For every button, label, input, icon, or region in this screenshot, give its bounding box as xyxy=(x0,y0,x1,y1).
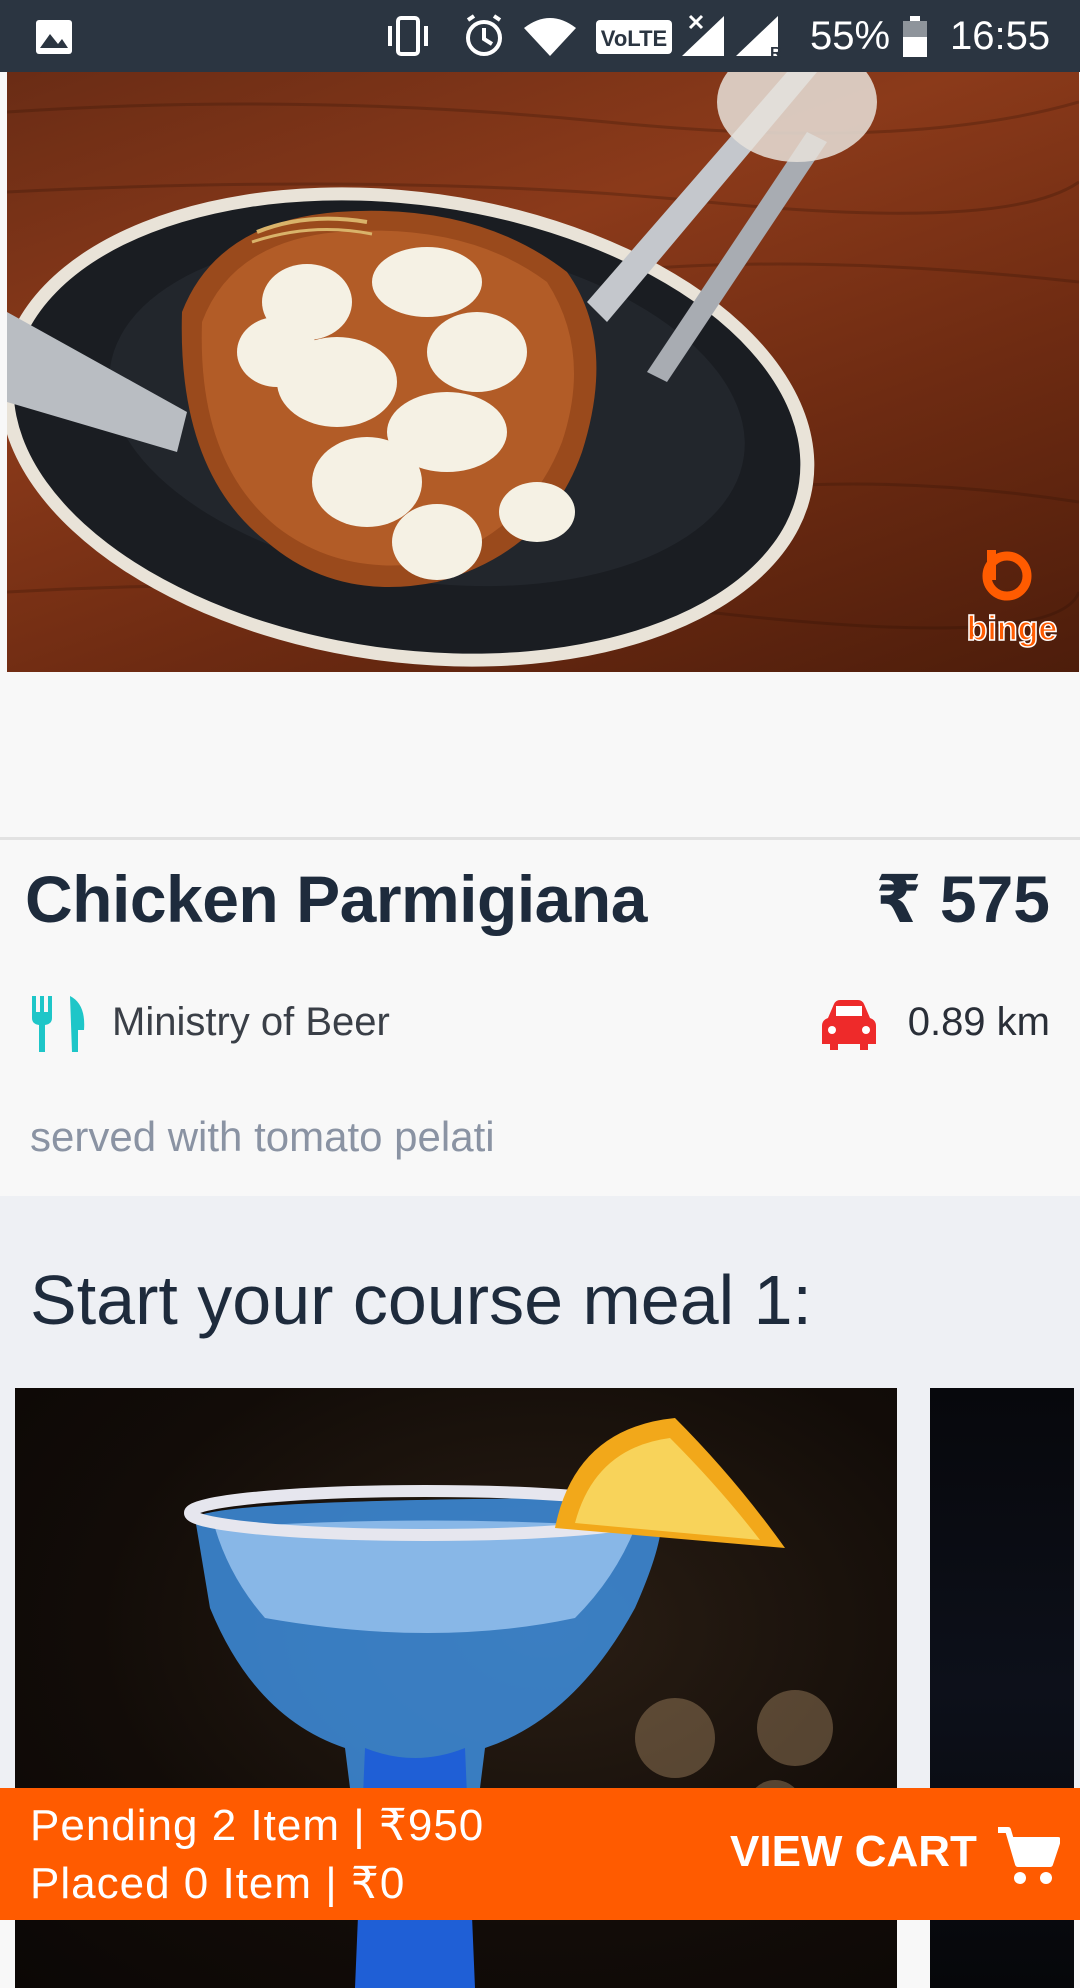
dish-title: Chicken Parmigiana xyxy=(25,862,647,936)
dish-price: ₹ 575 xyxy=(875,862,1050,936)
restaurant-name[interactable]: Ministry of Beer xyxy=(112,998,390,1046)
distance: 0.89 km xyxy=(907,1000,1050,1044)
car-icon xyxy=(822,1000,876,1050)
signal-icon xyxy=(682,14,724,56)
status-icons: VoLTE R xyxy=(388,14,782,62)
volte-icon: VoLTE xyxy=(596,20,672,54)
cutlery-icon xyxy=(32,996,85,1052)
vibrate-icon xyxy=(388,16,428,56)
cart-bar: Pending 2 Item | ₹950 Placed 0 Item | ₹0… xyxy=(0,1788,1080,1920)
pending-summary: Pending 2 Item | ₹950 xyxy=(30,1801,485,1850)
svg-text:binge: binge xyxy=(967,610,1058,648)
battery-percent: 55% xyxy=(810,14,891,58)
dish-description: served with tomato pelati xyxy=(30,1113,495,1160)
view-cart-button[interactable]: VIEW CART xyxy=(730,1824,977,1880)
signal-roaming-icon: R xyxy=(736,16,782,62)
course-heading: Start your course meal 1: xyxy=(30,1261,812,1339)
cart-icon[interactable] xyxy=(996,1826,1060,1886)
wifi-icon xyxy=(524,18,576,56)
clock: 16:55 xyxy=(950,14,1051,58)
battery-icon xyxy=(903,16,927,57)
alarm-icon xyxy=(466,14,502,56)
gallery-icon xyxy=(36,20,72,54)
binge-logo: binge xyxy=(966,550,1058,649)
svg-text:R: R xyxy=(770,45,782,62)
restaurant-row: Ministry of Beer 0.89 km xyxy=(30,992,1050,1052)
svg-text:VoLTE: VoLTE xyxy=(601,26,667,51)
dish-photo: binge xyxy=(7,72,1079,672)
section-divider xyxy=(0,837,1080,840)
status-bar: VoLTE R 55% 16:55 xyxy=(0,0,1080,72)
placed-summary: Placed 0 Item | ₹0 xyxy=(30,1859,406,1908)
